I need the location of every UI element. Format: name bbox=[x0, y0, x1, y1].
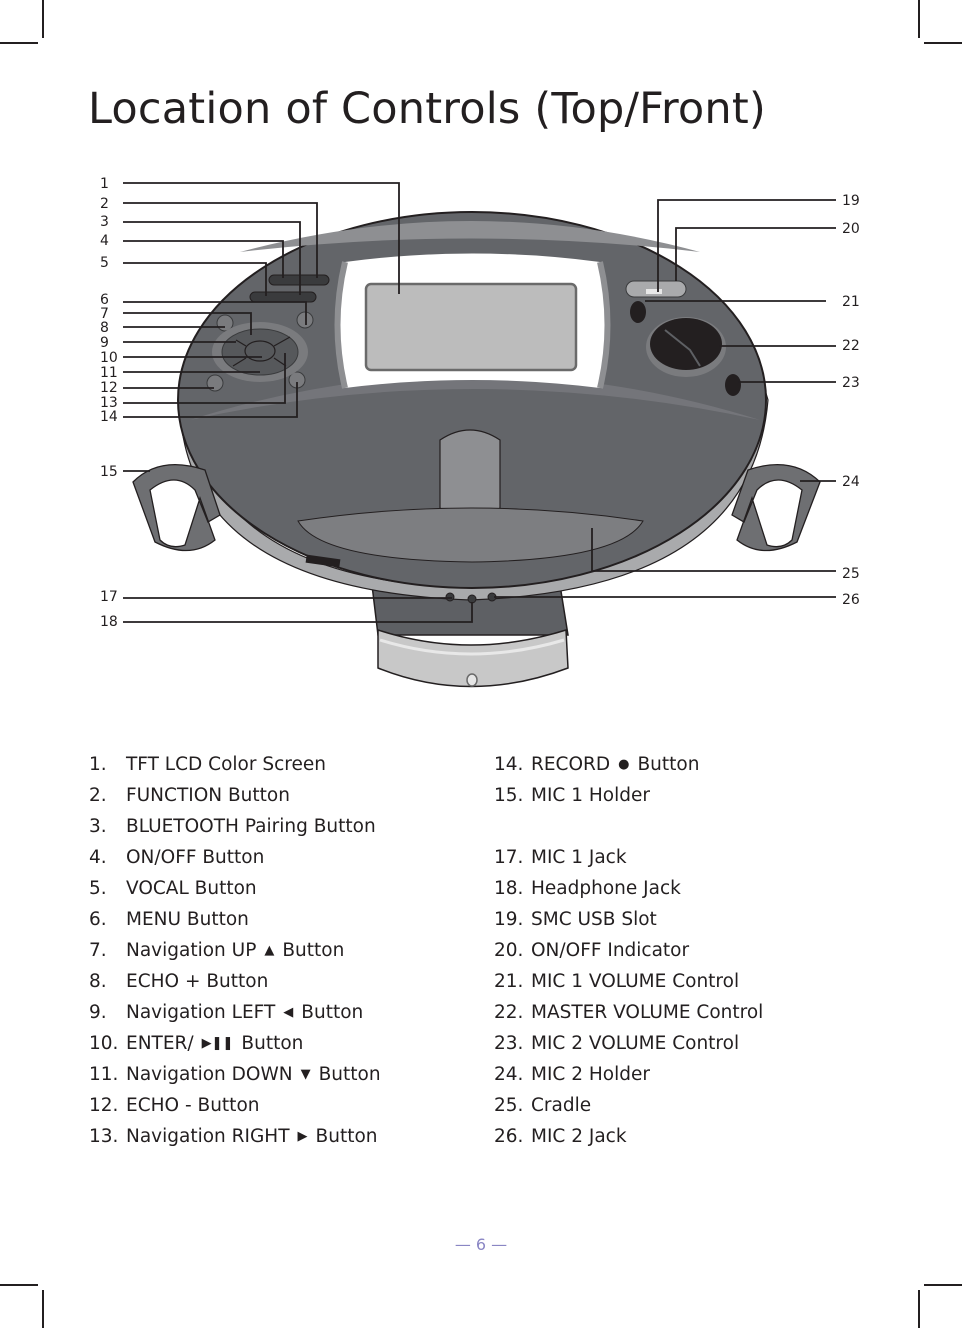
enter-button[interactable] bbox=[244, 340, 276, 362]
vocal-bluetooth-buttons[interactable] bbox=[249, 291, 317, 303]
list-item: 4. ON/OFF Button bbox=[89, 847, 265, 868]
callout-25: 25 bbox=[842, 566, 860, 582]
callout-1: 1 bbox=[100, 176, 109, 192]
callout-15: 15 bbox=[100, 464, 118, 480]
down-arrow-icon: ▼ bbox=[300, 1067, 311, 1082]
list-item: 26. MIC 2 Jack bbox=[494, 1126, 627, 1147]
indicator-icon bbox=[466, 673, 478, 687]
page-number: — 6 — bbox=[454, 1235, 508, 1254]
list-item: 2. FUNCTION Button bbox=[89, 785, 290, 806]
callout-4: 4 bbox=[100, 233, 109, 249]
left-arrow-icon: ◀ bbox=[283, 1005, 294, 1020]
list-item: 21. MIC 1 VOLUME Control bbox=[494, 971, 740, 992]
list-item: 7. Navigation UP ▲ Button bbox=[89, 938, 381, 969]
controls-list-right: 14. RECORD ● Button 15. MIC 1 Holder 17. MIC … bbox=[494, 752, 763, 1155]
device-diagram: 1 2 3 4 5 6 7 8 9 10 11 12 13 14 15 17 1… bbox=[100, 176, 860, 688]
callout-24: 24 bbox=[842, 474, 860, 490]
callout-19: 19 bbox=[842, 193, 860, 209]
mic2-holder bbox=[731, 464, 821, 552]
callout-22: 22 bbox=[842, 338, 860, 354]
crop-mark bbox=[0, 1284, 38, 1286]
callout-21: 21 bbox=[842, 294, 860, 310]
headphone-jack[interactable] bbox=[467, 594, 477, 604]
menu-button[interactable] bbox=[296, 311, 314, 329]
function-button[interactable] bbox=[268, 274, 330, 286]
lcd-screen[interactable] bbox=[364, 282, 578, 372]
crop-mark bbox=[42, 1290, 44, 1328]
play-pause-icon: ▶❚❚ bbox=[201, 1036, 234, 1051]
list-item: 24. MIC 2 Holder bbox=[494, 1064, 650, 1085]
list-item: 23. MIC 2 VOLUME Control bbox=[494, 1033, 740, 1054]
list-item: 3. BLUETOOTH Pairing Button bbox=[89, 816, 376, 837]
callout-10: 10 bbox=[100, 350, 118, 366]
callout-20: 20 bbox=[842, 221, 860, 237]
power-indicator bbox=[646, 289, 662, 294]
mic2-volume-knob[interactable] bbox=[725, 374, 741, 396]
callout-9: 9 bbox=[100, 335, 109, 351]
list-item: 20. ON/OFF Indicator bbox=[494, 940, 690, 961]
crop-mark bbox=[924, 1284, 962, 1286]
callout-3: 3 bbox=[100, 214, 109, 230]
list-item: 9. Navigation LEFT ◀ Button bbox=[89, 1000, 381, 1031]
list-item: 25. Cradle bbox=[494, 1095, 592, 1116]
crop-mark bbox=[918, 1290, 920, 1328]
master-volume-knob[interactable] bbox=[650, 318, 722, 370]
list-item: 10. ENTER/▶❚❚ Button bbox=[89, 1031, 381, 1062]
callout-2: 2 bbox=[100, 196, 109, 212]
list-item: 5. VOCAL Button bbox=[89, 878, 257, 899]
callout-18: 18 bbox=[100, 614, 118, 630]
list-item: 1. TFT LCD Color Screen bbox=[89, 754, 326, 775]
list-item: 6. MENU Button bbox=[89, 909, 249, 930]
right-arrow-icon: ▶ bbox=[297, 1129, 308, 1144]
callout-5: 5 bbox=[100, 255, 109, 271]
list-item: 13. Navigation RIGHT ▶ Button bbox=[89, 1124, 381, 1155]
list-item: 14. RECORD ● Button bbox=[494, 752, 763, 783]
list-item: 11. Navigation DOWN ▼ Button bbox=[89, 1062, 381, 1093]
callout-17: 17 bbox=[100, 589, 118, 605]
callout-8: 8 bbox=[100, 320, 109, 336]
callout-12: 12 bbox=[100, 380, 118, 396]
list-item: 22. MASTER VOLUME Control bbox=[494, 1002, 764, 1023]
list-item: 19. SMC USB Slot bbox=[494, 909, 657, 930]
mic1-volume-knob[interactable] bbox=[630, 301, 646, 323]
list-item: 17. MIC 1 Jack bbox=[494, 847, 627, 868]
mic1-jack[interactable] bbox=[445, 592, 455, 602]
callout-14: 14 bbox=[100, 409, 118, 425]
callout-23: 23 bbox=[842, 375, 860, 391]
mic1-holder bbox=[132, 464, 221, 552]
callout-26: 26 bbox=[842, 592, 860, 608]
list-item: 12. ECHO - Button bbox=[89, 1095, 260, 1116]
list-item: 8. ECHO + Button bbox=[89, 971, 269, 992]
controls-list-left: 1. TFT LCD Color Screen 2. FUNCTION Button… bbox=[89, 752, 381, 1155]
callout-11: 11 bbox=[100, 365, 118, 381]
list-item: 15. MIC 1 Holder bbox=[494, 785, 650, 806]
record-dot-icon: ● bbox=[618, 757, 630, 772]
up-arrow-icon: ▲ bbox=[264, 943, 275, 958]
list-item: 18. Headphone Jack bbox=[494, 878, 681, 899]
